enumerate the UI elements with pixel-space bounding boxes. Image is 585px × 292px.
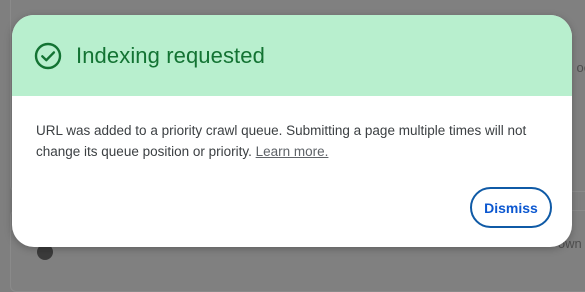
background-text-fragment: oo: [576, 60, 585, 75]
dismiss-button[interactable]: Dismiss: [470, 187, 552, 228]
dialog-header: Indexing requested: [12, 15, 572, 96]
indexing-requested-dialog: Indexing requested URL was added to a pr…: [12, 15, 572, 247]
dialog-message: URL was added to a priority crawl queue.…: [12, 96, 572, 162]
check-circle-icon: [34, 42, 62, 69]
dialog-title: Indexing requested: [76, 42, 265, 68]
learn-more-link[interactable]: Learn more.: [256, 144, 329, 159]
